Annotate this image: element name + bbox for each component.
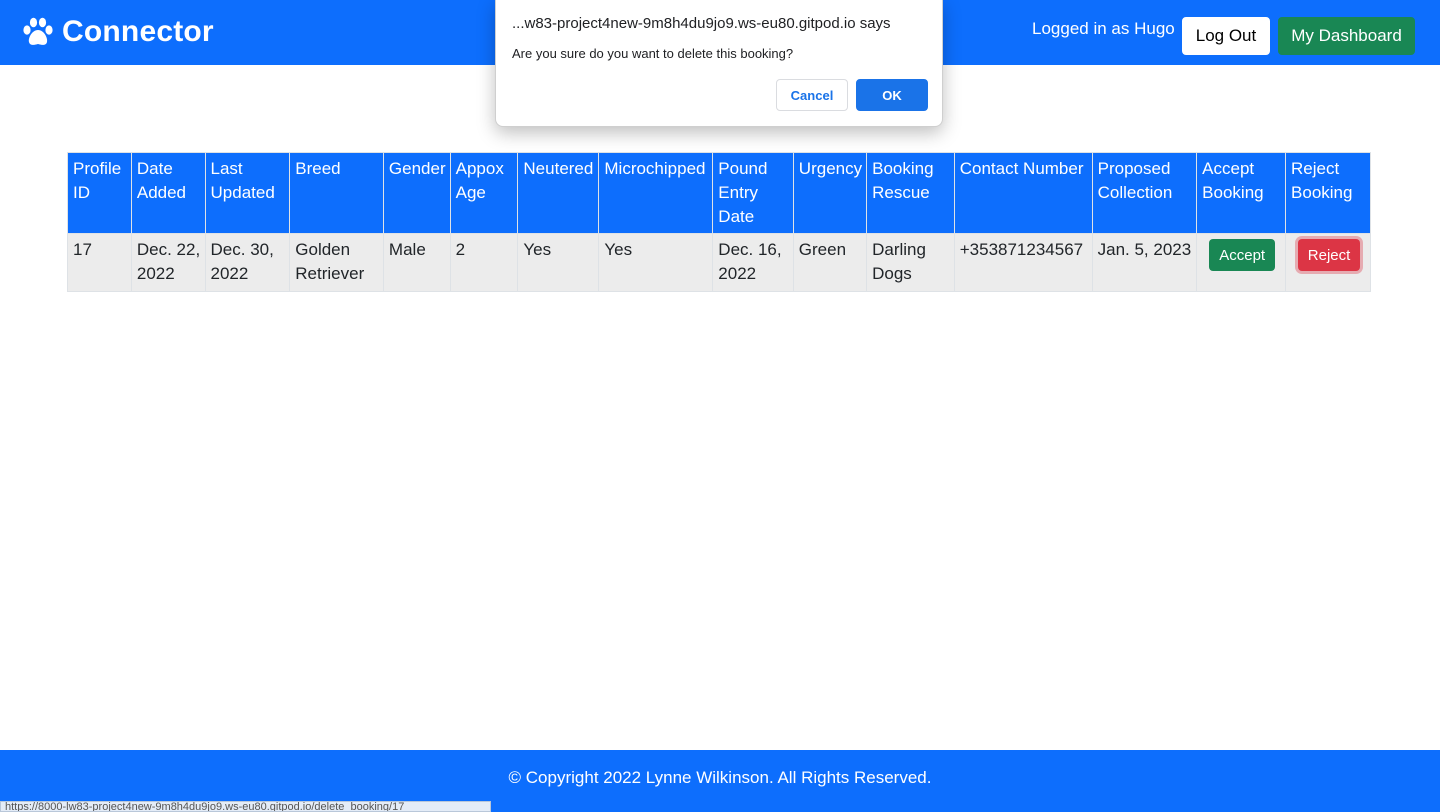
cell-age: 2 bbox=[449, 233, 519, 292]
status-bar-url: https://8000-lw83-project4new-9m8h4du9jo… bbox=[0, 801, 491, 812]
table-row: 17 Dec. 22, 2022 Dec. 30, 2022 Golden Re… bbox=[67, 233, 1371, 292]
dialog-message: Are you sure do you want to delete this … bbox=[512, 46, 794, 61]
cell-proposed-collection: Jan. 5, 2023 bbox=[1091, 233, 1198, 292]
logout-button[interactable]: Log Out bbox=[1182, 17, 1270, 55]
column-header: Date Added bbox=[130, 152, 206, 234]
cell-profile-id: 17 bbox=[67, 233, 132, 292]
cancel-button[interactable]: Cancel bbox=[776, 79, 848, 111]
bookings-table: Profile ID Date Added Last Updated Breed… bbox=[67, 152, 1371, 292]
column-header: Last Updated bbox=[204, 152, 291, 234]
column-header: Accept Booking bbox=[1196, 152, 1287, 234]
column-header: Neutered bbox=[517, 152, 600, 234]
cell-accept: Accept bbox=[1196, 233, 1287, 292]
accept-button[interactable]: Accept bbox=[1209, 239, 1276, 271]
column-header: Microchipped bbox=[598, 152, 714, 234]
confirm-dialog: ...w83-project4new-9m8h4du9jo9.ws-eu80.g… bbox=[495, 0, 943, 127]
column-header: Appox Age bbox=[449, 152, 519, 234]
column-header: Pound Entry Date bbox=[712, 152, 794, 234]
dashboard-button[interactable]: My Dashboard bbox=[1278, 17, 1415, 55]
cell-gender: Male bbox=[382, 233, 451, 292]
ok-button[interactable]: OK bbox=[856, 79, 928, 111]
column-header: Gender bbox=[382, 152, 451, 234]
column-header: Proposed Collection bbox=[1091, 152, 1198, 234]
dialog-title: ...w83-project4new-9m8h4du9jo9.ws-eu80.g… bbox=[512, 15, 891, 32]
cell-urgency: Green bbox=[792, 233, 868, 292]
reject-button[interactable]: Reject bbox=[1298, 239, 1361, 271]
brand-link[interactable]: Connector bbox=[22, 14, 214, 50]
copyright-text: © Copyright 2022 Lynne Wilkinson. All Ri… bbox=[508, 768, 932, 787]
cell-last-updated: Dec. 30, 2022 bbox=[204, 233, 291, 292]
column-header: Reject Booking bbox=[1285, 152, 1371, 234]
column-header: Urgency bbox=[792, 152, 868, 234]
column-header: Breed bbox=[289, 152, 384, 234]
logged-in-text: Logged in as Hugo bbox=[1032, 19, 1175, 38]
column-header: Contact Number bbox=[953, 152, 1093, 234]
paw-icon bbox=[23, 17, 53, 45]
cell-booking-rescue: Darling Dogs bbox=[866, 233, 955, 292]
cell-reject: Reject bbox=[1285, 233, 1371, 292]
cell-date-added: Dec. 22, 2022 bbox=[130, 233, 206, 292]
table-header-row: Profile ID Date Added Last Updated Breed… bbox=[67, 152, 1371, 234]
cell-pound-entry-date: Dec. 16, 2022 bbox=[712, 233, 794, 292]
brand-name: Connector bbox=[62, 15, 214, 48]
cell-neutered: Yes bbox=[517, 233, 600, 292]
cell-contact-number: +353871234567 bbox=[953, 233, 1093, 292]
cell-microchipped: Yes bbox=[598, 233, 714, 292]
column-header: Profile ID bbox=[67, 152, 132, 234]
column-header: Booking Rescue bbox=[866, 152, 955, 234]
cell-breed: Golden Retriever bbox=[289, 233, 384, 292]
